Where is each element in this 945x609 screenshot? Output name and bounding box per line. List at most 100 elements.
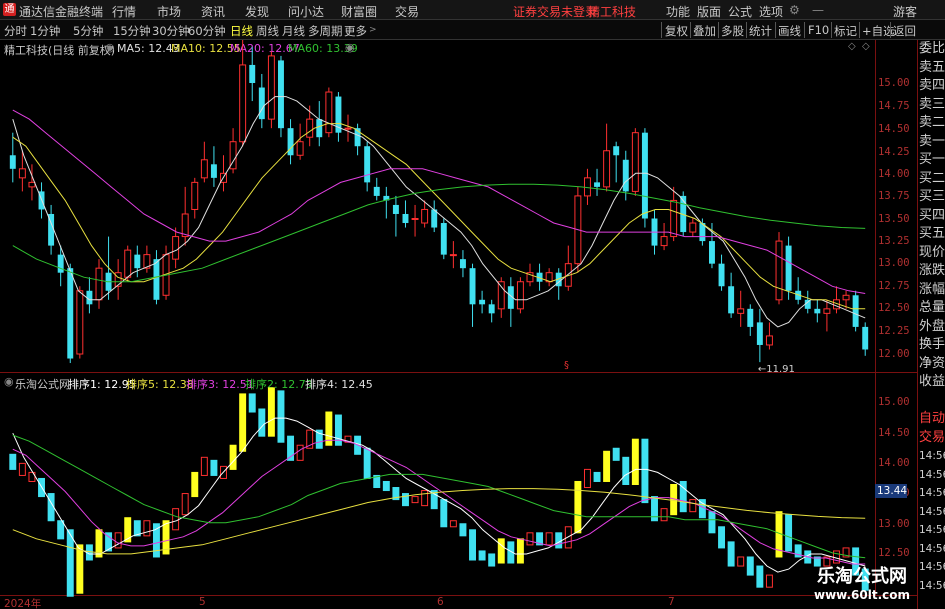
quote-panel-item[interactable] [918,392,945,411]
sub-bar [785,514,793,552]
quote-panel-item[interactable]: 卖四 [918,77,945,96]
quote-panel-item[interactable]: 涨幅 [918,281,945,300]
candle-body [497,281,505,310]
btn-tongji[interactable]: 统计 [749,23,772,39]
period-1min[interactable]: 1分钟 [30,23,60,39]
quote-panel-item[interactable]: 14:56 [918,484,945,503]
minimize-icon[interactable]: — [812,3,824,17]
candle-body [364,146,371,183]
quote-panel-item[interactable]: 14:56 [918,447,945,466]
sub-bar [526,532,534,546]
candle-body [373,186,380,196]
ma-line-ma20 [12,109,866,294]
quote-panel-item[interactable]: 交易 [918,429,945,448]
quote-panel-item[interactable]: 换手 [918,336,945,355]
candle-body [737,308,745,314]
period-multi[interactable]: 多周期 [308,23,343,39]
quote-panel-item[interactable]: 收益 [918,373,945,392]
login-notice[interactable]: 证券交易未登录 [513,3,597,20]
quote-panel-item[interactable]: 14:56 [918,558,945,577]
chevron-right-icon[interactable]: > [369,25,377,35]
period-30min[interactable]: 30分钟 [152,23,190,39]
guest-label[interactable]: 游客 [893,3,917,20]
price-tick-label: 13.75 [878,190,910,202]
sub-bar [421,490,429,507]
menu-gongshi[interactable]: 公式 [728,3,752,20]
quote-panel-item[interactable]: 14:56 [918,540,945,559]
btn-diejia[interactable]: 叠加 [693,23,716,39]
candle-body [852,295,859,327]
menu-zixun[interactable]: 资讯 [201,3,225,20]
period-day[interactable]: 日线 [230,23,253,39]
quote-panel-item[interactable]: 买三 [918,188,945,207]
sub-bar [411,496,419,504]
quote-panel-item[interactable]: 自动 [918,410,945,429]
period-60min[interactable]: 60分钟 [188,23,226,39]
candle-body [421,208,429,224]
sub-bar [76,544,84,594]
candle-body [459,259,466,269]
quote-panel-item[interactable]: 14:56 [918,577,945,596]
quote-panel-item[interactable]: 总量 [918,299,945,318]
btn-duogu[interactable]: 多股 [721,23,744,39]
period-15min[interactable]: 15分钟 [113,23,151,39]
menu-jiaoyi[interactable]: 交易 [395,3,419,20]
sub-bar [746,556,754,576]
candle-body [239,64,247,143]
candle-body [469,268,476,305]
low-price-label: ←11.91 [758,364,795,375]
sub-bar [765,574,773,588]
quote-panel-item[interactable]: 14:56 [918,503,945,522]
period-5min[interactable]: 5分钟 [73,23,103,39]
btn-huaxian[interactable]: 画线 [778,23,801,39]
menu-xuanxiang[interactable]: 选项 [759,3,783,20]
menu-hangqing[interactable]: 行情 [112,3,136,20]
menu-gongneng[interactable]: 功能 [666,3,690,20]
sub-bar [296,444,304,461]
sub-bar [622,456,630,486]
sub-tick-label: 14.00 [878,457,910,469]
menu-banmian[interactable]: 版面 [697,3,721,20]
quote-panel-item[interactable]: 净资 [918,355,945,374]
quote-panel-item[interactable]: 涨跌 [918,262,945,281]
menu-shichang[interactable]: 市场 [157,3,181,20]
quote-panel-item[interactable]: 14:56 [918,521,945,540]
menu-caifuquan[interactable]: 财富圈 [341,3,377,20]
quote-panel-item[interactable]: 外盘 [918,318,945,337]
period-month[interactable]: 月线 [282,23,305,39]
quote-panel-item[interactable]: 卖五 [918,59,945,78]
quote-panel-item[interactable]: 卖一 [918,133,945,152]
quote-panel-item[interactable]: 卖二 [918,114,945,133]
sub-bar [660,508,668,522]
btn-fuquan[interactable]: 复权 [665,23,688,39]
kline-chart[interactable]: ←15.80←11.91 [0,40,875,609]
quote-panel-item[interactable]: 买一 [918,151,945,170]
quote-panel-item[interactable]: 买五 [918,225,945,244]
period-week[interactable]: 周线 [256,23,279,39]
price-tick-label: 12.00 [878,348,910,360]
candle-body [631,132,639,192]
btn-f10[interactable]: F10 [808,23,829,37]
menu-faxian[interactable]: 发现 [245,3,269,20]
candle-body [172,236,180,260]
candle-body [114,272,122,287]
candle-body [181,213,189,238]
candle-body [765,335,773,346]
period-more[interactable]: 更多 [344,23,367,39]
sub-bar [469,529,476,561]
candle-body [479,299,486,305]
btn-fanhui[interactable]: 返回 [893,23,916,39]
candle-body [316,119,323,138]
candle-body [488,304,495,314]
menu-wenxiaoda[interactable]: 问小达 [288,3,324,20]
quote-panel-item[interactable]: 买二 [918,170,945,189]
quote-panel-item[interactable]: 卖三 [918,96,945,115]
btn-biaoji[interactable]: 标记 [834,23,857,39]
period-fenshi[interactable]: 分时 [4,23,27,39]
sub-bar [258,408,266,437]
quote-panel-item[interactable]: 14:56 [918,466,945,485]
quote-panel-item[interactable]: 买四 [918,207,945,226]
quote-panel-item[interactable]: 委比 [918,40,945,59]
settings-icon[interactable]: ⚙ [789,3,800,17]
quote-panel-item[interactable]: 现价 [918,244,945,263]
